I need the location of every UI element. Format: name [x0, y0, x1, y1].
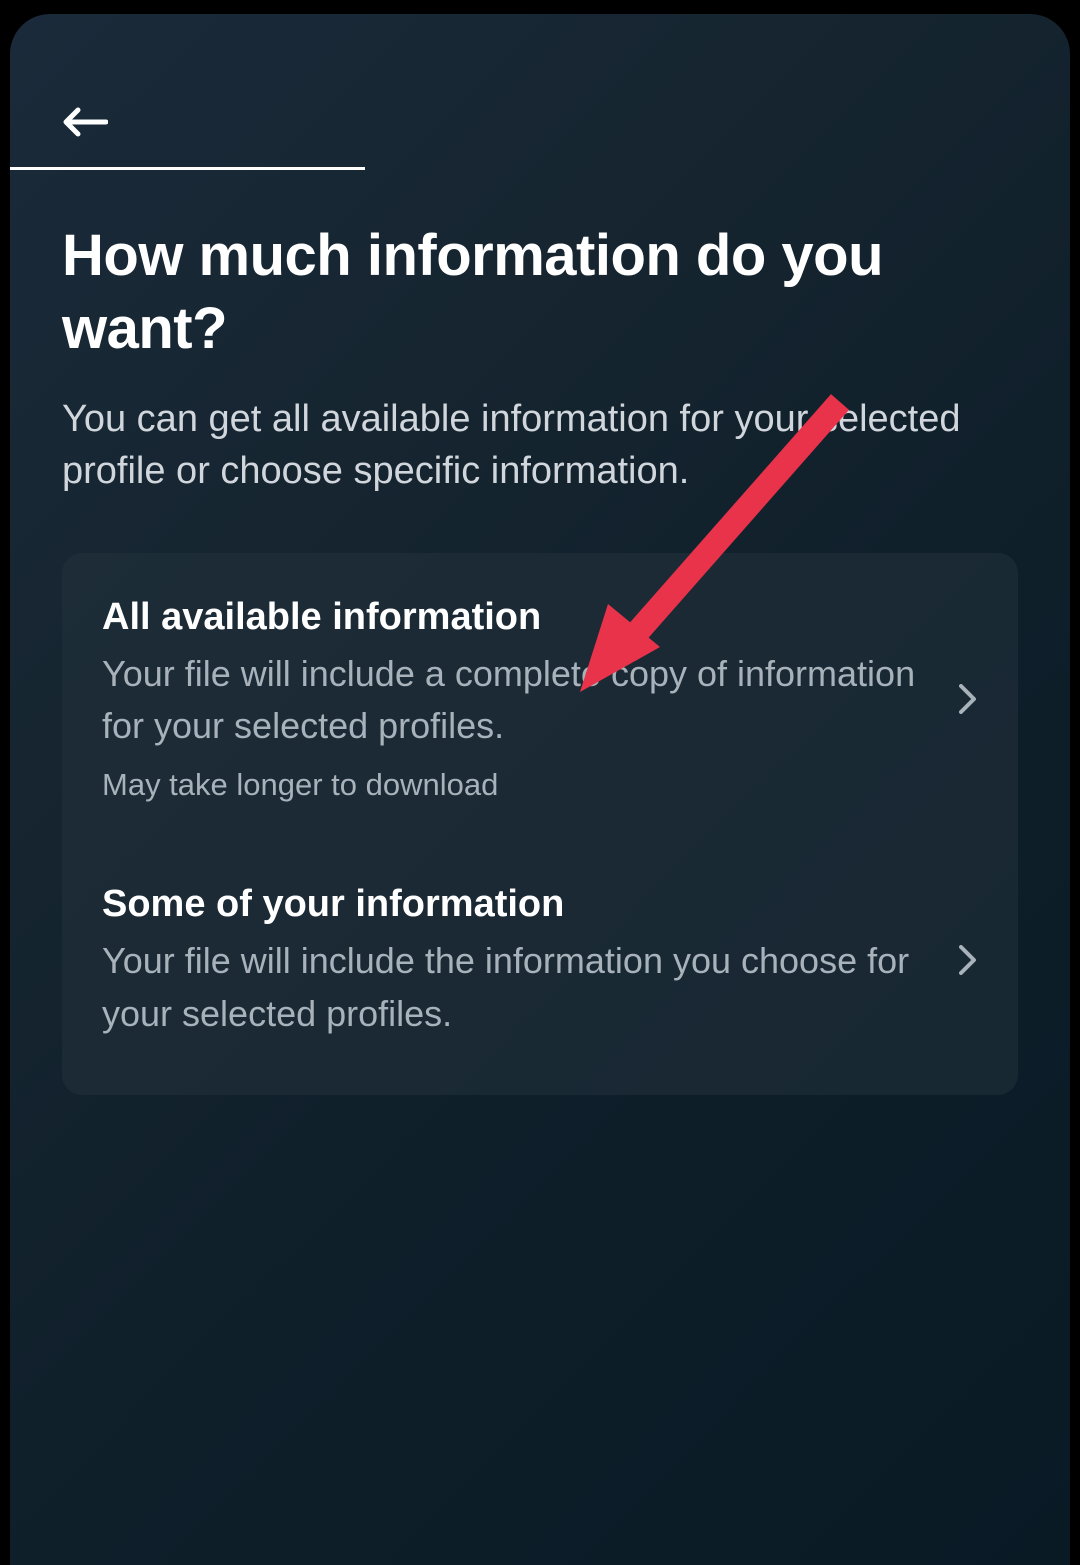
modal-container: How much information do you want? You ca…: [10, 14, 1070, 1565]
option-text-block: Some of your information Your file will …: [102, 880, 954, 1040]
option-description: Your file will include the information y…: [102, 935, 934, 1039]
content-area: How much information do you want? You ca…: [10, 170, 1070, 1095]
option-description: Your file will include a complete copy o…: [102, 648, 934, 752]
option-some-information[interactable]: Some of your information Your file will …: [102, 875, 990, 1045]
back-button[interactable]: [60, 104, 108, 140]
chevron-right-icon: [954, 685, 982, 713]
chevron-right-icon: [954, 946, 982, 974]
progress-indicator: [10, 167, 365, 170]
option-text-block: All available information Your file will…: [102, 593, 954, 805]
arrow-left-icon: [60, 104, 108, 140]
option-title: Some of your information: [102, 880, 934, 929]
option-all-information[interactable]: All available information Your file will…: [102, 588, 990, 810]
option-title: All available information: [102, 593, 934, 642]
header: [10, 14, 1070, 170]
options-list: All available information Your file will…: [62, 553, 1018, 1095]
page-subtitle: You can get all available information fo…: [62, 393, 1018, 498]
option-note: May take longer to download: [102, 765, 934, 805]
page-title: How much information do you want?: [62, 220, 1018, 365]
